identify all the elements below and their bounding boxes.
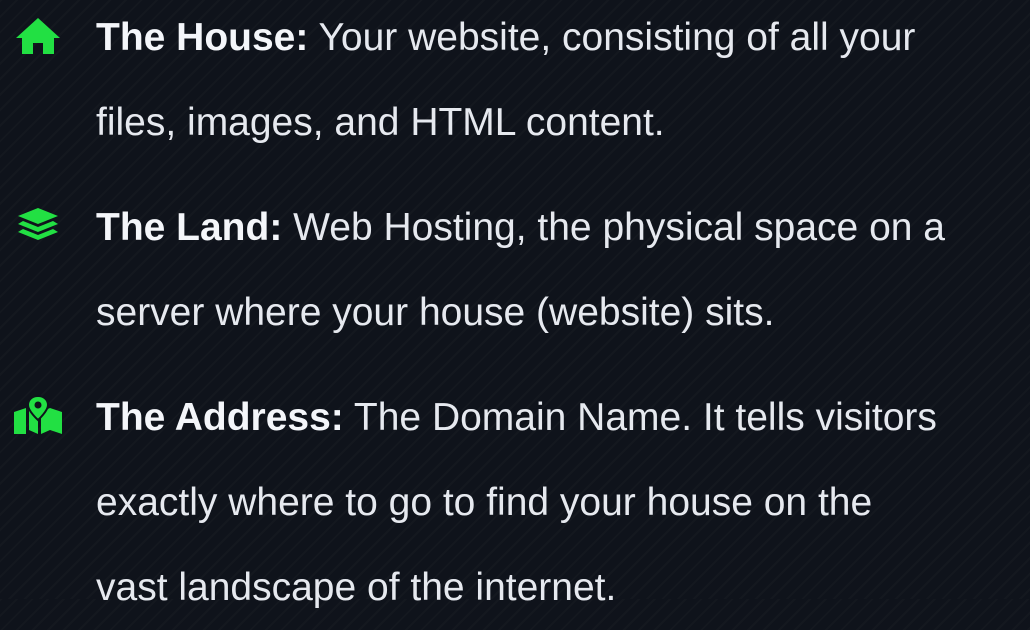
text-line-2: server where your house (website) sits.: [96, 291, 775, 334]
description-text: Web Hosting, the physical space on a: [282, 206, 945, 249]
term-label: The Land:: [96, 206, 283, 249]
text-line-1: The House: Your website, consisting of a…: [96, 0, 1026, 80]
list-item-text: The House: Your website, consisting of a…: [96, 0, 1026, 165]
list-item-text: The Land: Web Hosting, the physical spac…: [96, 185, 1026, 355]
home-icon: [16, 18, 60, 54]
map-location-icon: [14, 394, 62, 434]
text-line-2: files, images, and HTML content.: [96, 101, 665, 144]
layers-icon: [18, 208, 58, 240]
list-item-text: The Address: The Domain Name. It tells v…: [96, 375, 1026, 630]
text-line-1: The Land: Web Hosting, the physical spac…: [96, 185, 1026, 270]
text-line-3: vast landscape of the internet.: [96, 566, 617, 609]
description-text: Your website, consisting of all your: [308, 16, 916, 59]
term-label: The Address:: [96, 396, 344, 439]
text-line-2: exactly where to go to find your house o…: [96, 481, 873, 524]
description-text: The Domain Name. It tells visitors: [343, 396, 937, 439]
text-line-1: The Address: The Domain Name. It tells v…: [96, 375, 1026, 460]
term-label: The House:: [96, 16, 309, 59]
